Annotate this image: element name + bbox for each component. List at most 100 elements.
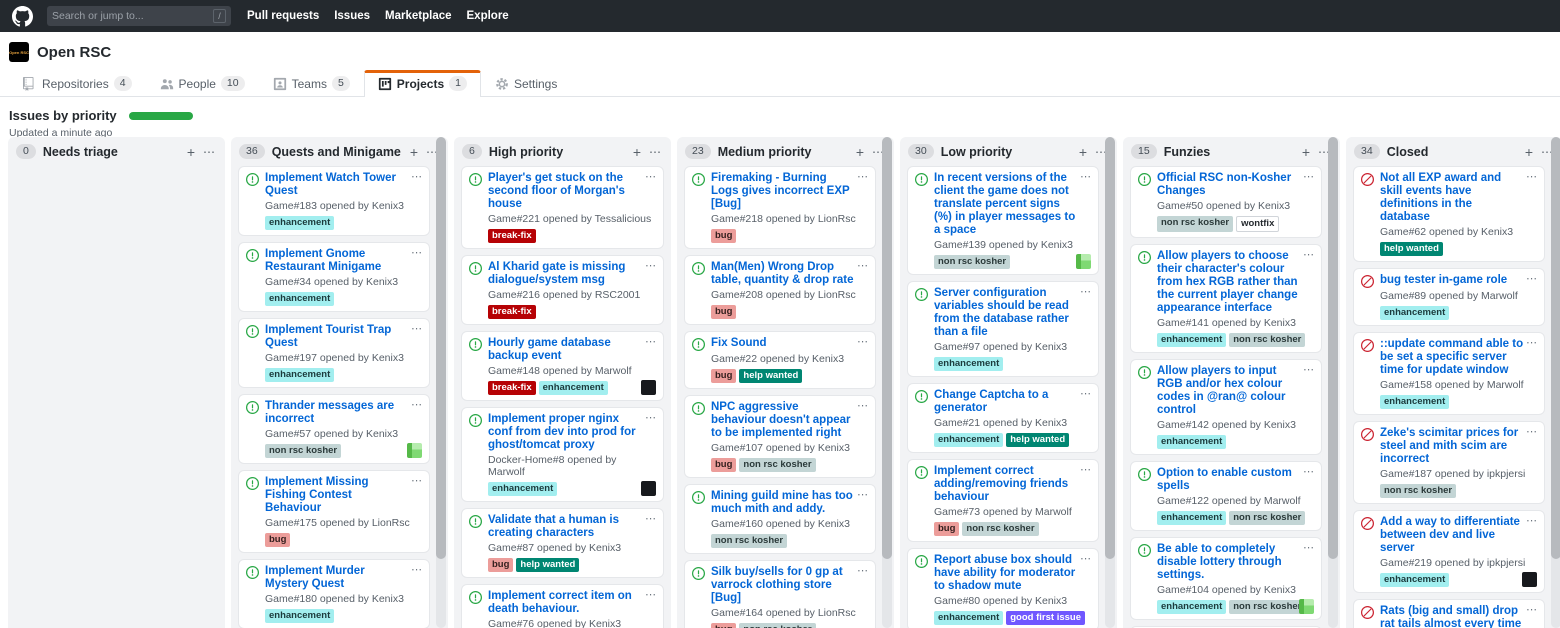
issue-card[interactable]: In recent versions of the client the gam… [907,166,1099,275]
card-title-link[interactable]: Silk buy/sells for 0 gp at varrock cloth… [711,566,855,605]
issue-card[interactable]: Server configuration variables should be… [907,281,1099,377]
assignee-avatar[interactable] [1299,599,1314,614]
column-menu-kebab-icon[interactable]: ⋯ [649,145,662,159]
issue-label-non-rsc-kosher[interactable]: non rsc kosher [711,534,787,548]
issue-card[interactable]: Hourly game database backup event⋯Game#1… [461,331,664,401]
issue-card[interactable]: Report abuse box should have ability for… [907,548,1099,628]
add-card-plus-icon[interactable]: + [856,145,864,159]
card-menu-kebab-icon[interactable]: ⋯ [857,170,869,183]
card-menu-kebab-icon[interactable]: ⋯ [1526,336,1538,349]
tab-projects[interactable]: Projects 1 [364,70,481,97]
card-menu-kebab-icon[interactable]: ⋯ [857,399,869,412]
column-scrollbar-thumb[interactable] [1105,137,1115,559]
card-title-link[interactable]: Option to enable custom spells [1157,467,1301,493]
card-title-link[interactable]: ::update command able to be set a specif… [1380,338,1524,377]
issue-label-non-rsc-kosher[interactable]: non rsc kosher [1229,333,1305,347]
issue-card[interactable]: Implement correct item on death behaviou… [461,584,664,628]
issue-label-bug[interactable]: bug [488,558,513,572]
issue-label-break-fix[interactable]: break-fix [488,381,536,395]
card-title-link[interactable]: Man(Men) Wrong Drop table, quantity & dr… [711,261,855,287]
add-card-plus-icon[interactable]: + [1302,145,1310,159]
card-title-link[interactable]: Rats (big and small) drop rat tails almo… [1380,605,1524,628]
assignee-avatar[interactable] [641,481,656,496]
card-menu-kebab-icon[interactable]: ⋯ [857,564,869,577]
card-title-link[interactable]: Zeke's scimitar prices for steel and mit… [1380,427,1524,466]
card-menu-kebab-icon[interactable]: ⋯ [1080,170,1092,183]
issue-label-enhancement[interactable]: enhancement [1157,511,1226,525]
issue-label-enhancement[interactable]: enhancement [265,609,334,623]
issue-card[interactable]: Firemaking - Burning Logs gives incorrec… [684,166,876,249]
card-title-link[interactable]: Mining guild mine has too much mith and … [711,490,855,516]
card-menu-kebab-icon[interactable]: ⋯ [857,488,869,501]
issue-card[interactable]: Mining guild mine has too much mith and … [684,484,876,554]
issue-card[interactable]: Add a way to differentiate between dev a… [1353,510,1545,593]
issue-card[interactable]: ::update command able to be set a specif… [1353,332,1545,415]
issue-label-non-rsc-kosher[interactable]: non rsc kosher [1229,511,1305,525]
issue-label-non-rsc-kosher[interactable]: non rsc kosher [962,522,1038,536]
card-menu-kebab-icon[interactable]: ⋯ [1526,425,1538,438]
card-menu-kebab-icon[interactable]: ⋯ [1303,541,1315,554]
issue-label-help-wanted[interactable]: help wanted [516,558,579,572]
issue-label-non-rsc-kosher[interactable]: non rsc kosher [1157,216,1233,232]
card-menu-kebab-icon[interactable]: ⋯ [645,170,657,183]
card-title-link[interactable]: Implement proper nginx conf from dev int… [488,413,643,452]
column-scrollbar-thumb[interactable] [882,137,892,559]
issue-card[interactable]: Implement Missing Fishing Contest Behavi… [238,470,430,553]
nav-issues[interactable]: Issues [334,10,370,22]
assignee-avatar[interactable] [641,380,656,395]
card-menu-kebab-icon[interactable]: ⋯ [857,335,869,348]
issue-label-non-rsc-kosher[interactable]: non rsc kosher [1229,600,1305,614]
issue-label-bug[interactable]: bug [711,623,736,628]
issue-label-non-rsc-kosher[interactable]: non rsc kosher [739,623,815,628]
issue-label-break-fix[interactable]: break-fix [488,305,536,319]
add-card-plus-icon[interactable]: + [1079,145,1087,159]
card-menu-kebab-icon[interactable]: ⋯ [645,259,657,272]
card-title-link[interactable]: Implement Tourist Trap Quest [265,324,409,350]
issue-label-bug[interactable]: bug [934,522,959,536]
issue-label-bug[interactable]: bug [265,533,290,547]
issue-label-help-wanted[interactable]: help wanted [1006,433,1069,447]
issue-label-wontfix[interactable]: wontfix [1236,216,1279,232]
assignee-avatar[interactable] [1076,254,1091,269]
issue-label-non-rsc-kosher[interactable]: non rsc kosher [934,255,1010,269]
card-menu-kebab-icon[interactable]: ⋯ [645,588,657,601]
issue-card[interactable]: bug tester in-game role⋯Game#89 opened b… [1353,268,1545,326]
assignee-avatar[interactable] [407,443,422,458]
issue-label-bug[interactable]: bug [711,305,736,319]
card-title-link[interactable]: Server configuration variables should be… [934,287,1078,339]
issue-label-enhancement[interactable]: enhancement [1157,435,1226,449]
card-menu-kebab-icon[interactable]: ⋯ [857,259,869,272]
issue-card[interactable]: Option to enable custom spells⋯Game#122 … [1130,461,1322,531]
card-menu-kebab-icon[interactable]: ⋯ [1080,463,1092,476]
issue-label-bug[interactable]: bug [711,229,736,243]
card-title-link[interactable]: Allow players to input RGB and/or hex co… [1157,365,1301,417]
issue-label-enhancement[interactable]: enhancement [1380,395,1449,409]
card-menu-kebab-icon[interactable]: ⋯ [1303,465,1315,478]
issue-card[interactable]: NPC aggressive behaviour doesn't appear … [684,395,876,478]
issue-card[interactable]: Allow players to input RGB and/or hex co… [1130,359,1322,455]
card-title-link[interactable]: Official RSC non-Kosher Changes [1157,172,1301,198]
card-title-link[interactable]: Validate that a human is creating charac… [488,514,643,540]
nav-marketplace[interactable]: Marketplace [385,10,451,22]
card-menu-kebab-icon[interactable]: ⋯ [1080,552,1092,565]
project-title[interactable]: Issues by priority [9,108,117,123]
issue-card[interactable]: Silk buy/sells for 0 gp at varrock cloth… [684,560,876,628]
tab-teams[interactable]: Teams 5 [259,70,364,97]
card-menu-kebab-icon[interactable]: ⋯ [645,512,657,525]
issue-label-bug[interactable]: bug [711,369,736,383]
issue-card[interactable]: Implement proper nginx conf from dev int… [461,407,664,502]
issue-card[interactable]: Implement Watch Tower Quest⋯Game#183 ope… [238,166,430,236]
card-menu-kebab-icon[interactable]: ⋯ [411,398,423,411]
column-scrollbar-thumb[interactable] [436,137,446,559]
card-menu-kebab-icon[interactable]: ⋯ [411,563,423,576]
card-title-link[interactable]: Report abuse box should have ability for… [934,554,1078,593]
issue-label-enhancement[interactable]: enhancement [488,482,557,496]
card-menu-kebab-icon[interactable]: ⋯ [1303,363,1315,376]
card-title-link[interactable]: Add a way to differentiate between dev a… [1380,516,1524,555]
issue-label-non-rsc-kosher[interactable]: non rsc kosher [1380,484,1456,498]
column-menu-kebab-icon[interactable]: ⋯ [203,145,216,159]
issue-card[interactable]: Validate that a human is creating charac… [461,508,664,578]
card-menu-kebab-icon[interactable]: ⋯ [1526,272,1538,285]
issue-card[interactable]: Implement Gnome Restaurant Minigame⋯Game… [238,242,430,312]
card-menu-kebab-icon[interactable]: ⋯ [1526,170,1538,183]
